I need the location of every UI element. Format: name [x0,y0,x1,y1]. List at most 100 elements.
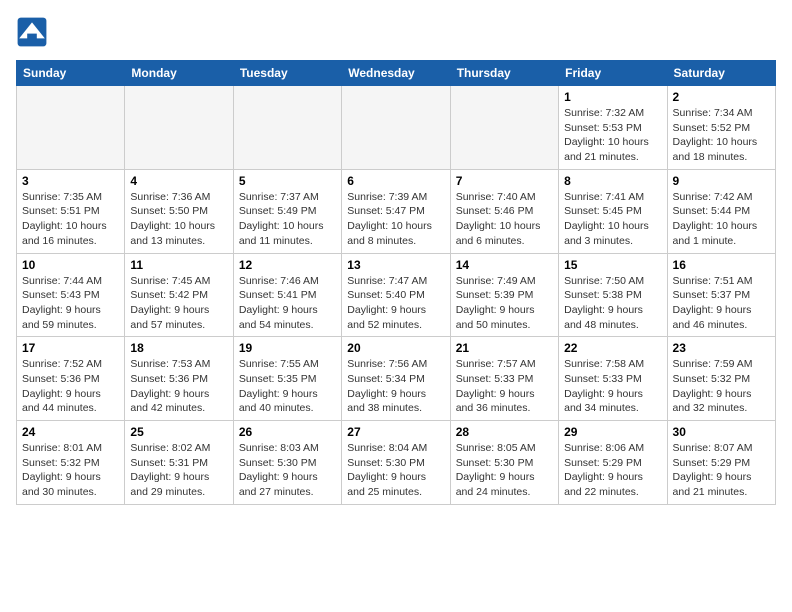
calendar-week-3: 17 Sunrise: 7:52 AM Sunset: 5:36 PM Dayli… [17,337,776,421]
day-info: Sunrise: 7:32 AM Sunset: 5:53 PM Dayligh… [564,106,661,165]
day-info: Sunrise: 7:37 AM Sunset: 5:49 PM Dayligh… [239,190,336,249]
day-info: Sunrise: 7:52 AM Sunset: 5:36 PM Dayligh… [22,357,119,416]
day-number: 24 [22,425,119,439]
day-number: 1 [564,90,661,104]
calendar-cell [450,86,558,170]
calendar-week-1: 3Sunrise: 7:35 AM Sunset: 5:51 PM Daylig… [17,169,776,253]
day-info: Sunrise: 7:50 AM Sunset: 5:38 PM Dayligh… [564,274,661,333]
calendar-cell: 29 Sunrise: 8:06 AM Sunset: 5:29 PM Dayli… [559,421,667,505]
day-number: 8 [564,174,661,188]
day-number: 29 [564,425,661,439]
calendar-cell: 6Sunrise: 7:39 AM Sunset: 5:47 PM Daylig… [342,169,450,253]
logo [16,16,52,48]
calendar-cell: 20 Sunrise: 7:56 AM Sunset: 5:34 PM Dayli… [342,337,450,421]
calendar-week-2: 10 Sunrise: 7:44 AM Sunset: 5:43 PM Dayli… [17,253,776,337]
page-header [16,16,776,48]
calendar-cell: 13 Sunrise: 7:47 AM Sunset: 5:40 PM Dayli… [342,253,450,337]
day-number: 17 [22,341,119,355]
calendar-week-4: 24 Sunrise: 8:01 AM Sunset: 5:32 PM Dayli… [17,421,776,505]
calendar-cell: 7 Sunrise: 7:40 AM Sunset: 5:46 PM Daylig… [450,169,558,253]
day-number: 15 [564,258,661,272]
day-info: Sunrise: 7:56 AM Sunset: 5:34 PM Dayligh… [347,357,444,416]
calendar-cell: 26Sunrise: 8:03 AM Sunset: 5:30 PM Dayli… [233,421,341,505]
calendar-cell [17,86,125,170]
day-number: 19 [239,341,336,355]
day-info: Sunrise: 7:51 AM Sunset: 5:37 PM Dayligh… [673,274,770,333]
calendar-cell: 14Sunrise: 7:49 AM Sunset: 5:39 PM Dayli… [450,253,558,337]
day-number: 18 [130,341,227,355]
calendar-cell: 10 Sunrise: 7:44 AM Sunset: 5:43 PM Dayli… [17,253,125,337]
calendar-cell: 1 Sunrise: 7:32 AM Sunset: 5:53 PM Daylig… [559,86,667,170]
day-info: Sunrise: 7:42 AM Sunset: 5:44 PM Dayligh… [673,190,770,249]
day-info: Sunrise: 7:36 AM Sunset: 5:50 PM Dayligh… [130,190,227,249]
calendar-cell: 12 Sunrise: 7:46 AM Sunset: 5:41 PM Dayli… [233,253,341,337]
col-header-sunday: Sunday [17,61,125,86]
calendar-cell: 16 Sunrise: 7:51 AM Sunset: 5:37 PM Dayli… [667,253,775,337]
day-info: Sunrise: 7:44 AM Sunset: 5:43 PM Dayligh… [22,274,119,333]
day-info: Sunrise: 7:55 AM Sunset: 5:35 PM Dayligh… [239,357,336,416]
calendar-cell: 30 Sunrise: 8:07 AM Sunset: 5:29 PM Dayli… [667,421,775,505]
col-header-thursday: Thursday [450,61,558,86]
calendar-cell: 22 Sunrise: 7:58 AM Sunset: 5:33 PM Dayli… [559,337,667,421]
day-number: 30 [673,425,770,439]
day-number: 5 [239,174,336,188]
day-number: 12 [239,258,336,272]
day-number: 2 [673,90,770,104]
day-number: 4 [130,174,227,188]
day-number: 27 [347,425,444,439]
calendar-cell: 8 Sunrise: 7:41 AM Sunset: 5:45 PM Daylig… [559,169,667,253]
calendar-cell: 9 Sunrise: 7:42 AM Sunset: 5:44 PM Daylig… [667,169,775,253]
calendar-header-row: SundayMondayTuesdayWednesdayThursdayFrid… [17,61,776,86]
calendar-cell: 5 Sunrise: 7:37 AM Sunset: 5:49 PM Daylig… [233,169,341,253]
calendar-cell: 15 Sunrise: 7:50 AM Sunset: 5:38 PM Dayli… [559,253,667,337]
calendar: SundayMondayTuesdayWednesdayThursdayFrid… [16,60,776,505]
calendar-cell: 4 Sunrise: 7:36 AM Sunset: 5:50 PM Daylig… [125,169,233,253]
col-header-friday: Friday [559,61,667,86]
calendar-cell: 21 Sunrise: 7:57 AM Sunset: 5:33 PM Dayli… [450,337,558,421]
day-number: 21 [456,341,553,355]
calendar-cell: 3Sunrise: 7:35 AM Sunset: 5:51 PM Daylig… [17,169,125,253]
day-number: 13 [347,258,444,272]
day-info: Sunrise: 7:58 AM Sunset: 5:33 PM Dayligh… [564,357,661,416]
day-number: 20 [347,341,444,355]
day-number: 25 [130,425,227,439]
day-number: 22 [564,341,661,355]
calendar-cell [233,86,341,170]
day-number: 16 [673,258,770,272]
day-number: 28 [456,425,553,439]
day-number: 7 [456,174,553,188]
day-info: Sunrise: 7:59 AM Sunset: 5:32 PM Dayligh… [673,357,770,416]
day-number: 10 [22,258,119,272]
calendar-cell: 17 Sunrise: 7:52 AM Sunset: 5:36 PM Dayli… [17,337,125,421]
day-info: Sunrise: 7:47 AM Sunset: 5:40 PM Dayligh… [347,274,444,333]
calendar-week-0: 1 Sunrise: 7:32 AM Sunset: 5:53 PM Daylig… [17,86,776,170]
calendar-cell: 28 Sunrise: 8:05 AM Sunset: 5:30 PM Dayli… [450,421,558,505]
day-info: Sunrise: 7:49 AM Sunset: 5:39 PM Dayligh… [456,274,553,333]
calendar-cell: 25 Sunrise: 8:02 AM Sunset: 5:31 PM Dayli… [125,421,233,505]
day-info: Sunrise: 7:45 AM Sunset: 5:42 PM Dayligh… [130,274,227,333]
col-header-saturday: Saturday [667,61,775,86]
day-number: 3 [22,174,119,188]
day-info: Sunrise: 8:01 AM Sunset: 5:32 PM Dayligh… [22,441,119,500]
day-info: Sunrise: 8:05 AM Sunset: 5:30 PM Dayligh… [456,441,553,500]
day-info: Sunrise: 8:06 AM Sunset: 5:29 PM Dayligh… [564,441,661,500]
day-info: Sunrise: 7:41 AM Sunset: 5:45 PM Dayligh… [564,190,661,249]
day-number: 9 [673,174,770,188]
calendar-cell: 23 Sunrise: 7:59 AM Sunset: 5:32 PM Dayli… [667,337,775,421]
day-info: Sunrise: 8:04 AM Sunset: 5:30 PM Dayligh… [347,441,444,500]
calendar-cell: 2Sunrise: 7:34 AM Sunset: 5:52 PM Daylig… [667,86,775,170]
day-info: Sunrise: 8:07 AM Sunset: 5:29 PM Dayligh… [673,441,770,500]
day-number: 23 [673,341,770,355]
day-info: Sunrise: 7:53 AM Sunset: 5:36 PM Dayligh… [130,357,227,416]
col-header-tuesday: Tuesday [233,61,341,86]
calendar-cell: 24 Sunrise: 8:01 AM Sunset: 5:32 PM Dayli… [17,421,125,505]
calendar-cell [125,86,233,170]
day-info: Sunrise: 7:46 AM Sunset: 5:41 PM Dayligh… [239,274,336,333]
calendar-cell: 27 Sunrise: 8:04 AM Sunset: 5:30 PM Dayli… [342,421,450,505]
day-number: 6 [347,174,444,188]
day-info: Sunrise: 8:02 AM Sunset: 5:31 PM Dayligh… [130,441,227,500]
day-info: Sunrise: 7:40 AM Sunset: 5:46 PM Dayligh… [456,190,553,249]
day-info: Sunrise: 8:03 AM Sunset: 5:30 PM Dayligh… [239,441,336,500]
calendar-cell [342,86,450,170]
day-info: Sunrise: 7:57 AM Sunset: 5:33 PM Dayligh… [456,357,553,416]
